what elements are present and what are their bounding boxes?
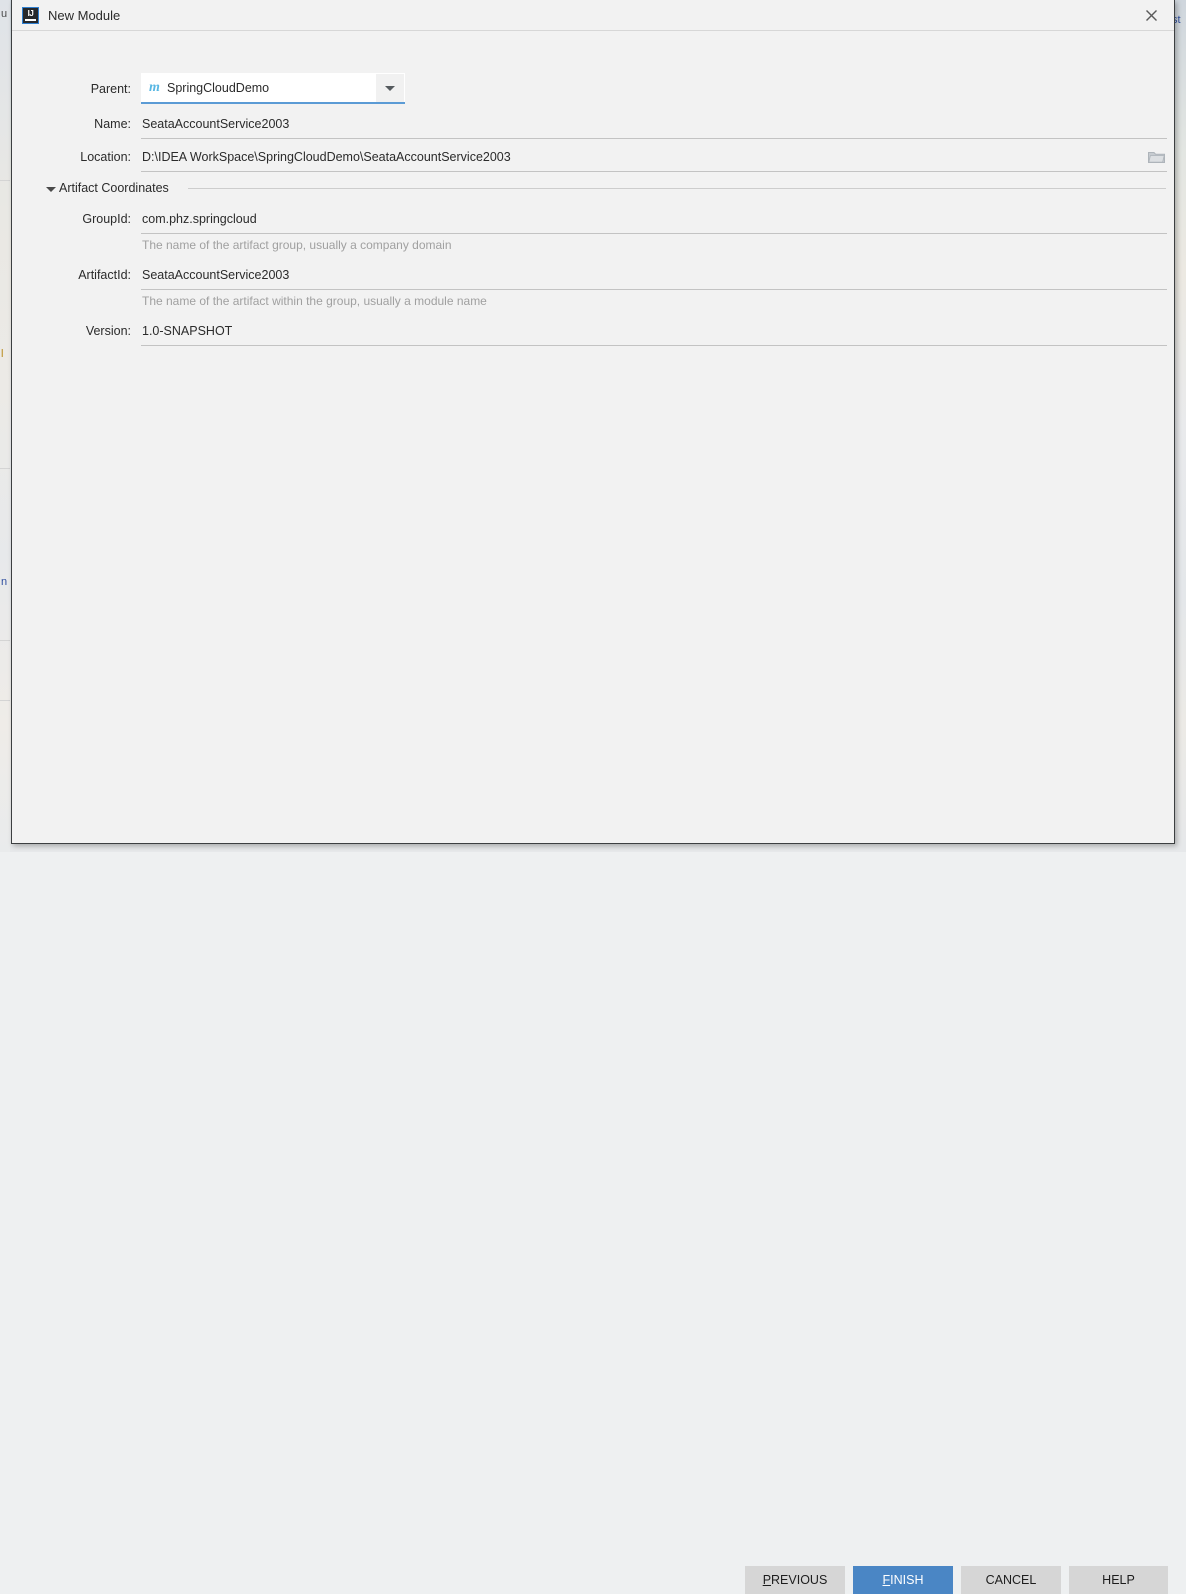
finish-button[interactable]: F INISH bbox=[853, 1566, 953, 1594]
parent-selected-value: SpringCloudDemo bbox=[167, 81, 270, 95]
dialog-footer: P REVIOUS F INISH CANCEL HELP bbox=[12, 771, 1176, 1594]
background-divider bbox=[0, 468, 10, 469]
location-input[interactable]: D:\IDEA WorkSpace\SpringCloudDemo\SeataA… bbox=[142, 150, 511, 164]
artifact-id-input[interactable]: SeataAccountService2003 bbox=[142, 268, 289, 282]
new-module-form: Parent: m SpringCloudDemo Name: SeataAcc… bbox=[12, 31, 1174, 801]
cancel-button[interactable]: CANCEL bbox=[961, 1566, 1061, 1594]
intellij-idea-icon-bar bbox=[25, 19, 36, 21]
close-icon[interactable] bbox=[1128, 0, 1174, 30]
dialog-titlebar: IJ New Module bbox=[12, 0, 1174, 31]
version-label: Version: bbox=[85, 324, 131, 338]
background-divider bbox=[0, 700, 10, 701]
parent-combobox[interactable]: m SpringCloudDemo bbox=[141, 73, 405, 104]
background-divider bbox=[0, 640, 10, 641]
artifact-id-label: ArtifactId: bbox=[78, 268, 131, 282]
parent-label: Parent: bbox=[90, 82, 131, 96]
artifact-id-input-underline bbox=[141, 289, 1167, 290]
chevron-down-glyph bbox=[385, 85, 395, 91]
name-label: Name: bbox=[94, 117, 131, 131]
help-button[interactable]: HELP bbox=[1069, 1566, 1168, 1594]
artifact-coordinates-label: Artifact Coordinates bbox=[59, 181, 169, 195]
chevron-down-icon[interactable] bbox=[376, 74, 404, 102]
location-label: Location: bbox=[80, 150, 131, 164]
group-id-label: GroupId: bbox=[82, 212, 131, 226]
triangle-down-icon bbox=[46, 187, 56, 192]
background-divider bbox=[0, 180, 10, 181]
previous-button[interactable]: P REVIOUS bbox=[745, 1566, 845, 1594]
group-id-hint: The name of the artifact group, usually … bbox=[142, 238, 452, 252]
artifact-id-hint: The name of the artifact within the grou… bbox=[142, 294, 487, 308]
location-input-underline bbox=[141, 171, 1167, 172]
maven-module-icon: m bbox=[149, 80, 160, 95]
background-text-fragment: n bbox=[1, 576, 8, 588]
finish-button-mnemonic: F bbox=[882, 1573, 891, 1587]
group-id-input-underline bbox=[141, 233, 1167, 234]
background-text-fragment: u bbox=[1, 8, 8, 20]
previous-button-mnemonic: P bbox=[762, 1573, 772, 1587]
intellij-idea-icon: IJ bbox=[22, 7, 39, 24]
previous-button-label: REVIOUS bbox=[771, 1573, 828, 1587]
folder-icon[interactable] bbox=[1144, 146, 1168, 168]
artifact-coordinates-separator bbox=[188, 188, 1166, 189]
finish-button-label: INISH bbox=[890, 1573, 924, 1587]
background-text-fragment: l bbox=[1, 348, 4, 360]
new-module-dialog: IJ New Module Parent: m SpringCloudDemo … bbox=[11, 0, 1176, 1594]
intellij-idea-icon-letters: IJ bbox=[27, 9, 34, 18]
dialog-title: New Module bbox=[48, 8, 121, 23]
background-left-strip bbox=[0, 0, 10, 852]
group-id-input[interactable]: com.phz.springcloud bbox=[142, 212, 257, 226]
version-input-underline bbox=[141, 345, 1167, 346]
name-input[interactable]: SeataAccountService2003 bbox=[142, 117, 289, 131]
version-input[interactable]: 1.0-SNAPSHOT bbox=[142, 324, 232, 338]
name-input-underline bbox=[141, 138, 1167, 139]
